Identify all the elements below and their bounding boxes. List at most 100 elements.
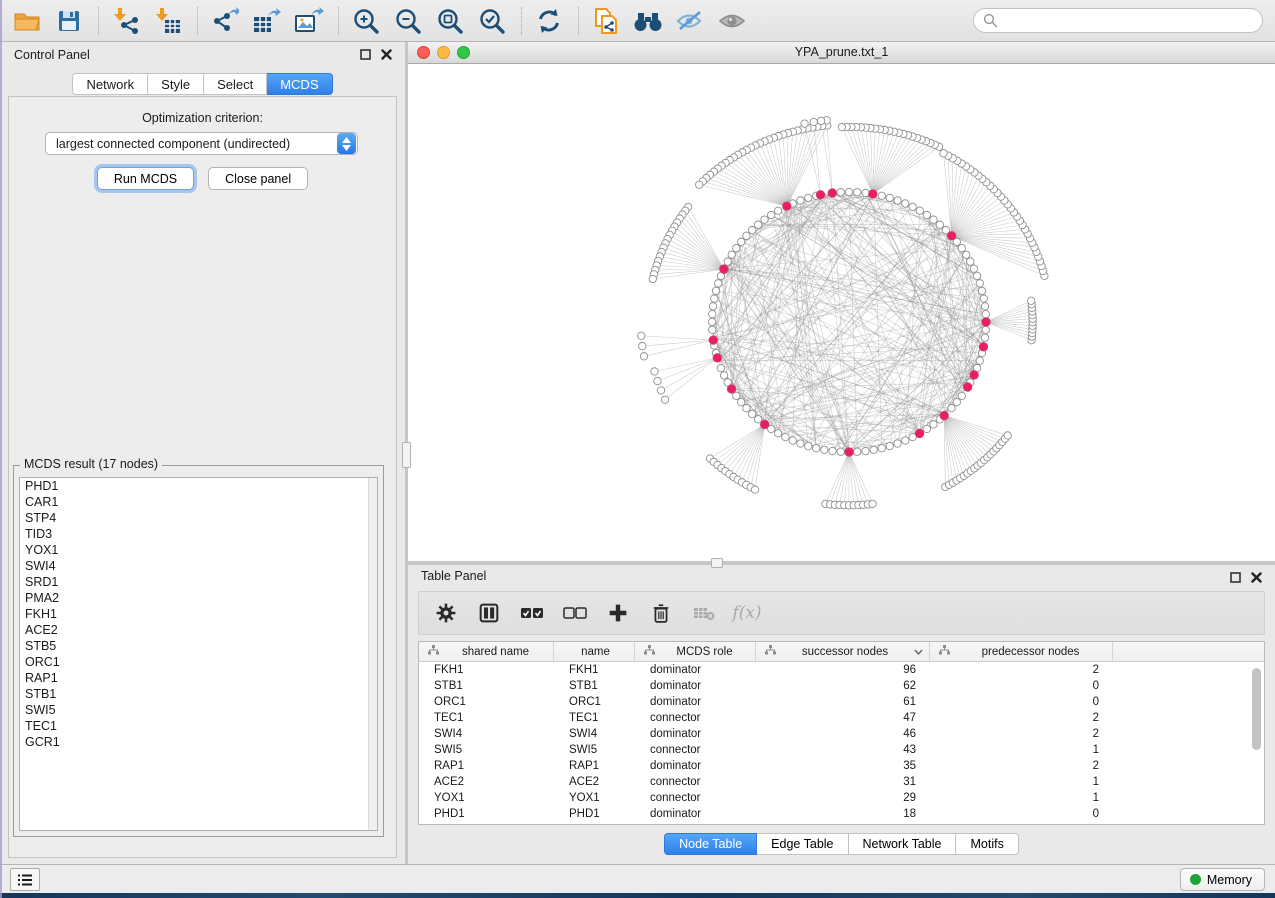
ring-node[interactable] xyxy=(862,189,869,196)
float-panel-icon[interactable] xyxy=(359,48,372,61)
open-session-button[interactable] xyxy=(10,4,44,38)
ring-node[interactable] xyxy=(813,445,820,452)
ring-node[interactable] xyxy=(837,189,844,196)
add-column-button[interactable] xyxy=(605,600,631,626)
delete-column-button[interactable] xyxy=(648,600,674,626)
mcds-result-item[interactable]: PHD1 xyxy=(20,478,377,494)
ring-node[interactable] xyxy=(715,280,722,287)
ring-node[interactable] xyxy=(709,303,716,310)
vertical-splitter-grip[interactable] xyxy=(402,442,411,468)
ring-node[interactable] xyxy=(936,221,943,228)
ring-node[interactable] xyxy=(845,188,852,195)
ring-node[interactable] xyxy=(717,364,724,371)
leaf-node[interactable] xyxy=(801,120,808,127)
mcds-result-item[interactable]: SWI5 xyxy=(20,702,377,718)
mcds-result-item[interactable]: SWI4 xyxy=(20,558,377,574)
mcds-result-item[interactable]: FKH1 xyxy=(20,606,377,622)
mcds-hub-node[interactable] xyxy=(713,354,722,363)
tab-style[interactable]: Style xyxy=(148,73,204,95)
mcds-hub-node[interactable] xyxy=(963,383,972,392)
ring-node[interactable] xyxy=(797,197,804,204)
mcds-result-item[interactable]: STB1 xyxy=(20,686,377,702)
ring-node[interactable] xyxy=(774,207,781,214)
mcds-hub-node[interactable] xyxy=(828,189,837,198)
mcds-result-item[interactable]: CAR1 xyxy=(20,494,377,510)
ring-node[interactable] xyxy=(878,192,885,199)
ring-node[interactable] xyxy=(821,446,828,453)
table-row[interactable]: RAP1RAP1dominator352 xyxy=(419,758,1264,774)
mcds-hub-node[interactable] xyxy=(915,429,924,438)
ring-node[interactable] xyxy=(805,194,812,201)
ring-node[interactable] xyxy=(980,295,987,302)
column-header-name[interactable]: name xyxy=(554,642,635,661)
table-scrollbar[interactable] xyxy=(1250,664,1262,821)
leaf-node[interactable] xyxy=(639,342,646,349)
leaf-node[interactable] xyxy=(869,500,876,507)
leaf-node[interactable] xyxy=(751,486,758,493)
ring-node[interactable] xyxy=(958,244,965,251)
mcds-hub-node[interactable] xyxy=(709,336,718,345)
ring-node[interactable] xyxy=(878,445,885,452)
float-panel-icon[interactable] xyxy=(1229,571,1242,584)
run-mcds-button[interactable]: Run MCDS xyxy=(97,167,194,190)
ring-node[interactable] xyxy=(978,287,985,294)
ring-node[interactable] xyxy=(963,251,970,258)
show-all-button[interactable] xyxy=(715,4,749,38)
ring-node[interactable] xyxy=(862,447,869,454)
mcds-hub-node[interactable] xyxy=(760,420,769,429)
tab-edge-table[interactable]: Edge Table xyxy=(757,833,848,855)
ring-node[interactable] xyxy=(720,372,727,379)
ring-node[interactable] xyxy=(797,440,804,447)
ring-node[interactable] xyxy=(948,405,955,412)
ring-node[interactable] xyxy=(805,442,812,449)
search-input[interactable] xyxy=(998,11,1262,31)
export-table-button[interactable] xyxy=(250,4,284,38)
table-row[interactable]: ACE2ACE2connector311 xyxy=(419,774,1264,790)
mcds-hub-node[interactable] xyxy=(720,265,729,274)
ring-node[interactable] xyxy=(733,392,740,399)
ring-node[interactable] xyxy=(923,425,930,432)
import-network-button[interactable] xyxy=(109,4,143,38)
ring-node[interactable] xyxy=(789,437,796,444)
ring-node[interactable] xyxy=(854,189,861,196)
ring-node[interactable] xyxy=(767,211,774,218)
mcds-result-item[interactable]: STB5 xyxy=(20,638,377,654)
ring-node[interactable] xyxy=(711,295,718,302)
tab-network-table[interactable]: Network Table xyxy=(849,833,957,855)
ring-node[interactable] xyxy=(909,203,916,210)
ring-node[interactable] xyxy=(981,303,988,310)
search-network-button[interactable] xyxy=(631,4,665,38)
ring-node[interactable] xyxy=(748,410,755,417)
result-scrollbar[interactable] xyxy=(368,478,377,830)
ring-node[interactable] xyxy=(930,216,937,223)
mcds-hub-node[interactable] xyxy=(783,202,792,211)
table-row[interactable]: PHD1PHD1dominator180 xyxy=(419,806,1264,822)
ring-node[interactable] xyxy=(733,244,740,251)
leaf-node[interactable] xyxy=(810,118,817,125)
ring-node[interactable] xyxy=(709,326,716,333)
column-header-MCDS-role[interactable]: MCDS role xyxy=(635,642,756,661)
close-panel-button[interactable]: Close panel xyxy=(208,167,308,190)
table-row[interactable]: SWI5SWI5connector431 xyxy=(419,742,1264,758)
column-view-button[interactable] xyxy=(476,600,502,626)
ring-node[interactable] xyxy=(724,258,731,265)
table-row[interactable]: TEC1TEC1connector472 xyxy=(419,710,1264,726)
mcds-hub-node[interactable] xyxy=(947,232,956,241)
column-header-successor-nodes[interactable]: successor nodes xyxy=(756,642,930,661)
ring-node[interactable] xyxy=(743,232,750,239)
ring-node[interactable] xyxy=(976,280,983,287)
zoom-out-button[interactable] xyxy=(391,4,425,38)
mcds-result-item[interactable]: SRD1 xyxy=(20,574,377,590)
leaf-node[interactable] xyxy=(649,275,656,282)
ring-node[interactable] xyxy=(976,357,983,364)
mcds-result-item[interactable]: TEC1 xyxy=(20,718,377,734)
column-header-predecessor-nodes[interactable]: predecessor nodes xyxy=(930,642,1113,661)
mcds-result-item[interactable]: STP4 xyxy=(20,510,377,526)
deselect-all-button[interactable] xyxy=(562,600,588,626)
leaf-node[interactable] xyxy=(1004,432,1011,439)
ring-node[interactable] xyxy=(902,200,909,207)
mcds-result-item[interactable]: RAP1 xyxy=(20,670,377,686)
mcds-hub-node[interactable] xyxy=(868,190,877,199)
leaf-node[interactable] xyxy=(638,332,645,339)
ring-node[interactable] xyxy=(743,405,750,412)
